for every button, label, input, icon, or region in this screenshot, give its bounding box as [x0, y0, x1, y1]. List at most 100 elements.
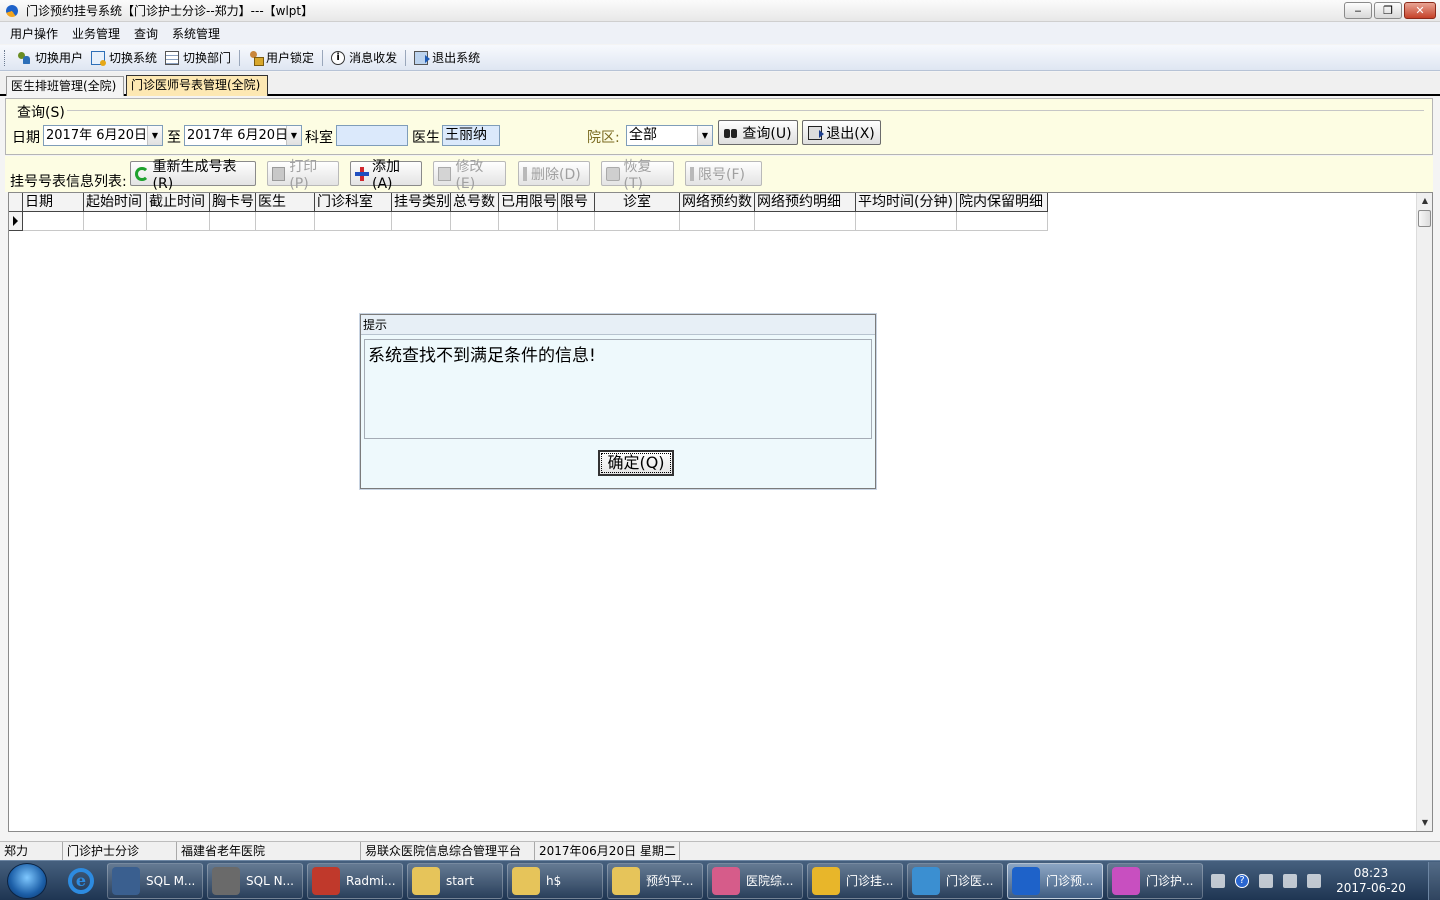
table-cell[interactable] [84, 212, 147, 231]
switch-user-button[interactable]: 切换用户 [13, 48, 87, 68]
taskbar-item[interactable]: 医院综... [707, 862, 803, 899]
tab-doctor-number-table[interactable]: 门诊医师号表管理(全院) [126, 75, 268, 96]
menu-system[interactable]: 系统管理 [166, 25, 226, 42]
table-cell[interactable] [392, 212, 451, 231]
table-cell[interactable] [856, 212, 957, 231]
column-header-avg-time[interactable]: 平均时间(分钟) [856, 193, 957, 212]
column-header-limit[interactable]: 限号 [558, 193, 595, 212]
close-button[interactable]: ✕ [1404, 2, 1436, 19]
volume-icon[interactable] [1307, 873, 1321, 888]
column-header-start-time[interactable]: 起始时间 [84, 193, 147, 212]
app-icon [1012, 866, 1040, 895]
tab-doctor-schedule[interactable]: 医生排班管理(全院) [6, 76, 124, 96]
table-cell[interactable] [23, 212, 84, 231]
campus-select[interactable]: 全部 ▼ [626, 125, 713, 146]
print-button[interactable]: 打印(P) [267, 159, 339, 192]
show-hidden-icon[interactable] [1283, 873, 1297, 888]
chevron-down-icon[interactable]: ▼ [286, 126, 301, 145]
taskbar-item[interactable]: 门诊护... [1107, 862, 1203, 899]
minimize-button[interactable]: ‒ [1344, 2, 1372, 19]
column-header-total[interactable]: 总号数 [451, 193, 499, 212]
table-cell[interactable] [147, 212, 210, 231]
keyboard-icon[interactable] [1211, 873, 1225, 888]
scroll-down-icon[interactable]: ▼ [1417, 815, 1433, 831]
exit-system-button[interactable]: 退出系统 [410, 48, 484, 68]
table-cell[interactable] [558, 212, 595, 231]
table-cell[interactable] [451, 212, 499, 231]
toolbar-grip[interactable] [4, 49, 7, 66]
help-icon[interactable]: ? [1235, 873, 1249, 888]
ok-button[interactable]: 确定(Q) [598, 450, 674, 476]
column-header-online-detail[interactable]: 网络预约明细 [755, 193, 856, 212]
limit-button[interactable]: 限号(F) [685, 161, 762, 186]
column-header-doctor[interactable]: 医生 [256, 193, 315, 212]
messages-button[interactable]: i 消息收发 [327, 48, 401, 68]
number-table-grid[interactable]: 日期 起始时间 截止时间 胸卡号 医生 门诊科室 挂号类别 总号数 已用限号 限… [8, 192, 1433, 832]
date-to-picker[interactable]: 2017年 6月20日 ▼ [184, 125, 302, 146]
switch-system-button[interactable]: 切换系统 [87, 48, 161, 68]
chevron-down-icon[interactable]: ▼ [147, 126, 162, 145]
scroll-up-icon[interactable]: ▲ [1417, 193, 1433, 209]
column-header-online-count[interactable]: 网络预约数 [680, 193, 755, 212]
action-row: 挂号号表信息列表: 重新生成号表(R) 打印(P) 添加(A) 修改(E) 删除… [5, 156, 1433, 192]
column-header-room[interactable]: 诊室 [595, 193, 680, 212]
exit-button[interactable]: 退出(X) [802, 120, 881, 145]
dept-input[interactable] [336, 125, 408, 146]
taskbar-item[interactable]: SQL N... [207, 862, 303, 899]
menu-query[interactable]: 查询 [128, 25, 164, 42]
refresh-icon [135, 166, 149, 181]
app-icon [112, 866, 140, 895]
taskbar-item-label: h$ [546, 873, 562, 888]
table-cell[interactable] [499, 212, 558, 231]
start-button[interactable] [7, 862, 47, 899]
taskbar-item[interactable]: h$ [507, 862, 603, 899]
table-row[interactable] [9, 212, 1048, 231]
table-cell[interactable] [256, 212, 315, 231]
column-header-badge-no[interactable]: 胸卡号 [210, 193, 256, 212]
taskbar-item[interactable]: 门诊预... [1007, 862, 1103, 899]
doctor-input[interactable]: 王丽纳 [442, 125, 500, 146]
scroll-thumb[interactable] [1418, 210, 1431, 227]
lock-user-button[interactable]: 用户锁定 [244, 48, 318, 68]
restore-button[interactable]: 恢复(T) [601, 159, 674, 192]
restore-button[interactable]: ❐ [1374, 2, 1402, 19]
add-button[interactable]: 添加(A) [350, 159, 422, 192]
table-cell[interactable] [957, 212, 1048, 231]
column-header-reserved-detail[interactable]: 院内保留明细 [957, 193, 1048, 212]
column-header-end-time[interactable]: 截止时间 [147, 193, 210, 212]
regenerate-button[interactable]: 重新生成号表(R) [130, 159, 256, 192]
network-icon[interactable] [1259, 873, 1273, 888]
show-desktop-button[interactable] [1428, 861, 1440, 900]
query-group-border [64, 110, 1424, 111]
clock[interactable]: 08:23 2017-06-20 [1326, 866, 1416, 896]
taskbar-item[interactable]: Radmi... [307, 862, 403, 899]
table-cell[interactable] [680, 212, 755, 231]
taskbar-item[interactable]: 预约平... [607, 862, 703, 899]
date-from-picker[interactable]: 2017年 6月20日 ▼ [43, 125, 163, 146]
delete-button[interactable]: 删除(D) [518, 161, 590, 186]
table-cell[interactable] [755, 212, 856, 231]
chevron-down-icon[interactable]: ▼ [697, 126, 712, 145]
menu-business[interactable]: 业务管理 [66, 25, 126, 42]
dialog-title[interactable]: 提示 [361, 315, 875, 335]
table-cell[interactable] [315, 212, 392, 231]
column-header-reg-type[interactable]: 挂号类别 [392, 193, 451, 212]
taskbar-item[interactable]: 门诊挂... [807, 862, 903, 899]
column-header-used-limit[interactable]: 已用限号 [499, 193, 558, 212]
column-header-date[interactable]: 日期 [23, 193, 84, 212]
taskbar-item[interactable]: 门诊医... [907, 862, 1003, 899]
table-cell[interactable] [210, 212, 256, 231]
status-role: 门诊护士分诊 [63, 842, 177, 860]
column-header-clinic-dept[interactable]: 门诊科室 [315, 193, 392, 212]
ie-pinned-button[interactable]: e [59, 863, 103, 899]
edit-button[interactable]: 修改(E) [433, 159, 506, 192]
table-cell[interactable] [595, 212, 680, 231]
switch-dept-button[interactable]: 切换部门 [161, 48, 235, 68]
add-label: 添加(A) [371, 158, 400, 192]
vertical-scrollbar[interactable]: ▲ ▼ [1416, 193, 1432, 831]
search-button[interactable]: 查询(U) [718, 120, 798, 145]
menu-user-ops[interactable]: 用户操作 [4, 25, 64, 42]
taskbar-item[interactable]: SQL M... [107, 862, 203, 899]
dialog-message: 系统查找不到满足条件的信息! [364, 339, 872, 439]
taskbar-item[interactable]: start [407, 862, 503, 899]
